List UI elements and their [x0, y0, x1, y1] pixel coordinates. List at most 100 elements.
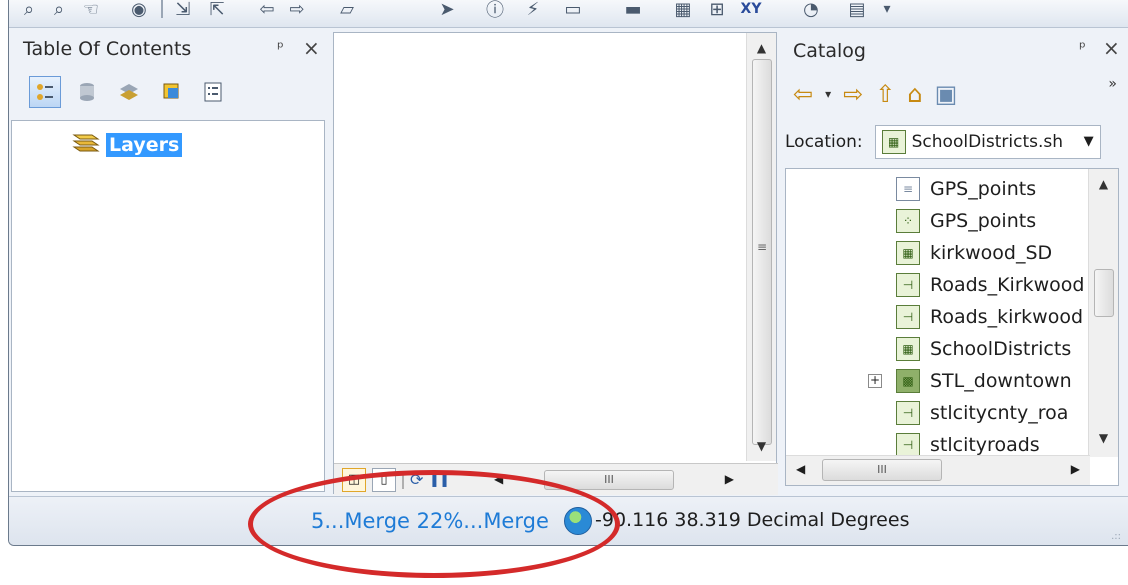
time-slider-icon[interactable]: ◔ [799, 0, 823, 20]
catalog-pin-icon[interactable]: ᵖ [1079, 38, 1086, 57]
fixed-zoom-out-icon[interactable]: ⇱ [205, 0, 229, 20]
toc-layer-tree: Layers [11, 120, 325, 492]
toc-toolbar [29, 73, 269, 111]
polygon-shapefile-icon: ▦ [881, 130, 906, 154]
polygon-shapefile-icon: ▦ [896, 241, 920, 265]
toc-close-icon[interactable]: × [303, 36, 320, 60]
cursor-icon[interactable]: ➤ [435, 0, 459, 20]
forward-extent-icon[interactable]: ⇨ [285, 0, 309, 20]
location-label: Location: [785, 132, 863, 152]
location-value: SchoolDistricts.sh [911, 132, 1064, 152]
toggle-separator [402, 470, 404, 489]
polygon-shapefile-icon: ▦ [896, 337, 920, 361]
coordinate-readout: -90.116 38.319 Decimal Degrees [595, 509, 910, 531]
layout-view-icon[interactable]: ▯ [372, 467, 396, 492]
full-extent-icon[interactable]: ◉ [127, 0, 151, 20]
scroll-left-icon[interactable]: ◀ [796, 462, 805, 476]
location-combo[interactable]: ▦ SchoolDistricts.sh ▼ [874, 125, 1101, 159]
select-features-icon[interactable]: ▱ [335, 0, 359, 20]
toolbar-overflow-icon[interactable]: ▾ [875, 0, 899, 20]
scroll-down-icon[interactable]: ▼ [1089, 431, 1118, 445]
identify-icon[interactable]: ⓘ [483, 0, 507, 21]
catalog-close-icon[interactable]: × [1103, 36, 1120, 60]
catalog-item[interactable]: ▦ SchoolDistricts [896, 333, 1071, 365]
catalog-vertical-scrollbar[interactable]: ▲ ▼ [1088, 169, 1118, 457]
refresh-icon[interactable]: ⟳ [410, 470, 423, 489]
catalog-item[interactable]: ▦ kirkwood_SD [896, 237, 1052, 269]
create-viewer-icon[interactable]: ▤ [845, 0, 869, 20]
connect-folder-icon[interactable]: ▣ [935, 80, 958, 108]
pan-icon[interactable]: ☜ [79, 0, 103, 20]
catalog-scroll-thumb[interactable] [1094, 269, 1114, 317]
back-arrow-icon[interactable]: ⇦ [793, 80, 813, 108]
expand-plus-icon[interactable]: + [868, 374, 882, 388]
scroll-up-icon[interactable]: ▲ [1089, 177, 1118, 191]
h-scroll-thumb[interactable]: III [822, 459, 942, 481]
catalog-title: Catalog [793, 40, 866, 62]
arcmap-window: ⌕ ⌕ ☜ ◉ ⇲ ⇱ ⇦ ⇨ ▱ ➤ ⓘ ⚡ ▭ ▬ ▦ ⊞ XY ◔ ▤ ▾… [8, 0, 1128, 546]
pause-drawing-icon[interactable]: ❚❚ [429, 473, 449, 487]
home-folder-icon[interactable]: ⌂ [907, 80, 922, 108]
catalog-item[interactable]: ⊣ Roads_kirkwood [896, 301, 1083, 333]
back-dropdown-icon[interactable]: ▾ [825, 87, 831, 101]
catalog-item-label: stlcitycnty_roa [930, 402, 1069, 424]
line-shapefile-icon: ⊣ [896, 401, 920, 425]
data-view-icon[interactable]: ◫ [342, 467, 366, 492]
catalog-item[interactable]: ≡ GPS_points [896, 173, 1036, 205]
catalog-toolbar: ⇦ ▾ ⇨ ⇧ ⌂ ▣ » [793, 76, 1117, 112]
scroll-left-icon[interactable]: ◀ [494, 472, 503, 486]
scroll-up-icon[interactable]: ▲ [747, 41, 776, 55]
catalog-item-label: Roads_Kirkwood [930, 274, 1085, 296]
forward-arrow-icon[interactable]: ⇨ [843, 80, 863, 108]
xy-icon[interactable]: XY [739, 0, 763, 20]
catalog-item[interactable]: ▩ STL_downtown [896, 365, 1072, 397]
back-extent-icon[interactable]: ⇦ [255, 0, 279, 20]
layers-data-frame[interactable]: Layers [70, 131, 183, 159]
table-icon: ≡ [896, 177, 920, 201]
catalog-panel: Catalog ᵖ × ⇦ ▾ ⇨ ⇧ ⌂ ▣ » Location: ▦ Sc… [779, 28, 1128, 496]
list-by-visibility-icon[interactable] [113, 76, 145, 108]
map-vertical-scrollbar[interactable]: ▲ ≡ ▼ [746, 33, 776, 461]
map-scroll-thumb[interactable]: ≡ [752, 59, 772, 445]
catalog-item-label: SchoolDistricts [930, 338, 1072, 360]
catalog-tree: ≡ GPS_points ⁘ GPS_points ▦ kirkwood_SD … [785, 168, 1119, 486]
zoom-in-icon[interactable]: ⌕ [17, 0, 41, 20]
scroll-grip: ≡ [756, 240, 768, 254]
list-by-selection-icon[interactable] [155, 76, 187, 108]
globe-icon [564, 507, 592, 535]
go-to-xy-icon[interactable]: ⊞ [705, 0, 729, 20]
table-of-contents-panel: Table Of Contents ᵖ × Layers [9, 28, 331, 496]
catalog-item[interactable]: ⁘ GPS_points [896, 205, 1036, 237]
find-icon[interactable]: ▦ [671, 0, 695, 20]
measure-icon[interactable]: ▬ [621, 0, 645, 20]
location-row: Location: ▦ SchoolDistricts.sh ▼ [785, 124, 1125, 160]
map-horizontal-scrollbar[interactable]: ◀ III ▶ [490, 468, 738, 492]
fixed-zoom-in-icon[interactable]: ⇲ [171, 0, 195, 20]
h-scroll-thumb[interactable]: III [544, 470, 674, 490]
catalog-overflow-icon[interactable]: » [1108, 76, 1117, 92]
scroll-down-icon[interactable]: ▼ [747, 439, 776, 453]
geoprocessing-progress-text[interactable]: 5...Merge 22%...Merge [311, 509, 561, 533]
toc-pin-icon[interactable]: ᵖ [277, 38, 284, 57]
catalog-item[interactable]: ⊣ stlcitycnty_roa [896, 397, 1068, 429]
catalog-horizontal-scrollbar[interactable]: ◀ III ▶ [786, 455, 1090, 485]
toc-options-icon[interactable] [197, 76, 229, 108]
line-shapefile-icon: ⊣ [896, 433, 920, 457]
catalog-item-label: STL_downtown [930, 370, 1072, 392]
catalog-item[interactable]: ⊣ Roads_Kirkwood [896, 269, 1084, 301]
catalog-item-label: kirkwood_SD [930, 242, 1053, 264]
map-display[interactable]: ▲ ≡ ▼ ◫ ▯ ⟳ ❚❚ ◀ III ▶ [333, 32, 778, 495]
combo-dropdown-icon[interactable]: ▼ [1084, 134, 1094, 149]
up-one-level-icon[interactable]: ⇧ [875, 80, 895, 108]
layers-label: Layers [106, 133, 183, 157]
zoom-out-icon[interactable]: ⌕ [47, 0, 71, 20]
hyperlink-icon[interactable]: ⚡ [521, 0, 545, 20]
resize-grip-icon[interactable]: .:: [1111, 531, 1121, 542]
scroll-right-icon[interactable]: ▶ [725, 472, 734, 486]
catalog-item-label: stlcityroads [930, 434, 1040, 456]
html-popup-icon[interactable]: ▭ [561, 0, 585, 20]
list-by-drawing-order-icon[interactable] [29, 76, 61, 108]
toolbar: ⌕ ⌕ ☜ ◉ ⇲ ⇱ ⇦ ⇨ ▱ ➤ ⓘ ⚡ ▭ ▬ ▦ ⊞ XY ◔ ▤ ▾ [9, 0, 1128, 28]
scroll-right-icon[interactable]: ▶ [1071, 462, 1080, 476]
list-by-source-icon[interactable] [71, 76, 103, 108]
